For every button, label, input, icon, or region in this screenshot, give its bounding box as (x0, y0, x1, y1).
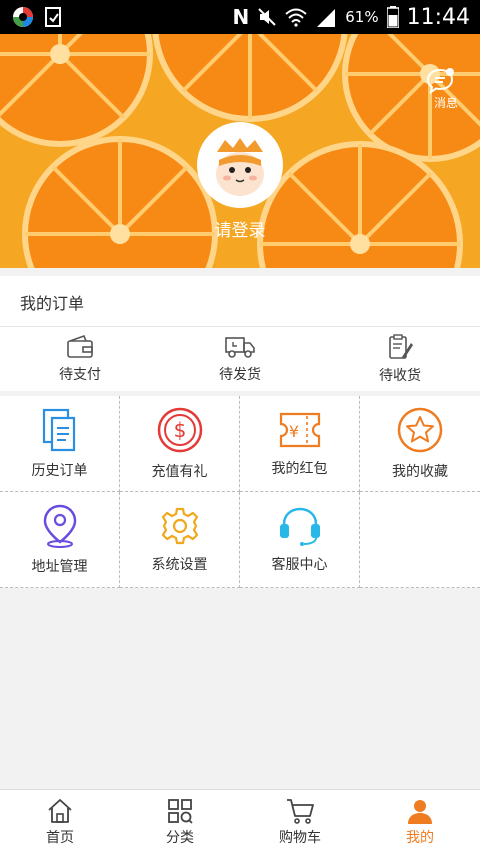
address-management-label: 地址管理 (31, 558, 88, 575)
bottom-tab-bar: 首页 分类 购物车 我的 (0, 789, 480, 854)
messages-label: 消息 (433, 96, 458, 110)
svg-text:¥: ¥ (288, 422, 298, 441)
system-settings-label: 系统设置 (151, 556, 208, 573)
svg-text:$: $ (173, 418, 186, 442)
order-pending-payment-label: 待支付 (59, 367, 101, 383)
wifi-icon (285, 8, 307, 27)
customer-service-label: 客服中心 (271, 556, 328, 573)
address-management-item[interactable]: 地址管理 (0, 492, 120, 588)
history-orders-item[interactable]: 历史订单 (0, 396, 120, 492)
app-logo-icon (13, 7, 33, 27)
document-icon (42, 408, 75, 451)
tab-category-label: 分类 (166, 830, 194, 846)
category-icon (168, 799, 193, 824)
coupon-icon: ¥ (279, 412, 320, 447)
my-coupons-label: 我的红包 (271, 460, 328, 477)
chat-bubble-icon (426, 68, 454, 94)
profile-header: 消息 请登录 (0, 34, 480, 268)
user-icon (408, 800, 432, 824)
headset-icon (279, 507, 320, 546)
recharge-gift-label: 充值有礼 (151, 463, 208, 480)
mute-icon (258, 8, 276, 26)
empty-cell (360, 492, 480, 588)
order-pending-shipment-label: 待发货 (219, 367, 261, 383)
signal-icon (317, 9, 336, 27)
clock: 11:44 (406, 4, 470, 30)
home-icon (48, 799, 72, 823)
battery-percent: 61% (345, 8, 379, 26)
tab-mine[interactable]: 我的 (360, 790, 480, 854)
order-pending-receipt[interactable]: 待收货 (320, 327, 480, 391)
order-pending-payment[interactable]: 待支付 (0, 327, 160, 391)
orders-header[interactable]: 我的订单 (0, 276, 480, 327)
cart-icon (287, 799, 314, 824)
battery-icon (386, 6, 399, 28)
my-coupons-item[interactable]: ¥ 我的红包 (240, 396, 360, 492)
clipboard-check-icon (45, 7, 61, 27)
clipboard-icon (389, 334, 413, 359)
tab-cart-label: 购物车 (279, 830, 321, 846)
tab-home-label: 首页 (46, 830, 74, 846)
dollar-icon: $ (157, 407, 202, 452)
tab-category[interactable]: 分类 (120, 790, 240, 854)
unread-dot-icon (446, 68, 454, 76)
tab-home[interactable]: 首页 (0, 790, 120, 854)
mascot-avatar-icon (216, 138, 264, 196)
location-icon (43, 504, 76, 548)
history-orders-label: 历史订单 (31, 462, 88, 479)
nfc-icon: N (232, 5, 250, 29)
recharge-gift-item[interactable]: $ 充值有礼 (120, 396, 240, 492)
avatar[interactable] (197, 122, 283, 208)
star-icon (397, 407, 443, 452)
my-favorites-item[interactable]: 我的收藏 (360, 396, 480, 492)
my-favorites-label: 我的收藏 (392, 463, 448, 480)
tab-cart[interactable]: 购物车 (240, 790, 360, 854)
orders-status-row: 待支付 待发货 待收货 (0, 327, 480, 391)
status-bar: N 61% 11:44 (0, 0, 480, 34)
gear-icon (161, 507, 198, 544)
login-link[interactable]: 请登录 (0, 216, 480, 241)
truck-icon (225, 337, 255, 358)
order-pending-shipment[interactable]: 待发货 (160, 327, 320, 391)
customer-service-item[interactable]: 客服中心 (240, 492, 360, 588)
wallet-icon (67, 334, 93, 358)
tab-mine-label: 我的 (406, 830, 434, 846)
messages-button[interactable]: 消息 (426, 68, 466, 111)
services-grid: 历史订单 $ 充值有礼 ¥ 我的红包 我的收藏 地址管理 系统设置 客服中心 (0, 396, 480, 588)
system-settings-item[interactable]: 系统设置 (120, 492, 240, 588)
order-pending-receipt-label: 待收货 (379, 368, 421, 384)
orders-title: 我的订单 (20, 294, 85, 313)
